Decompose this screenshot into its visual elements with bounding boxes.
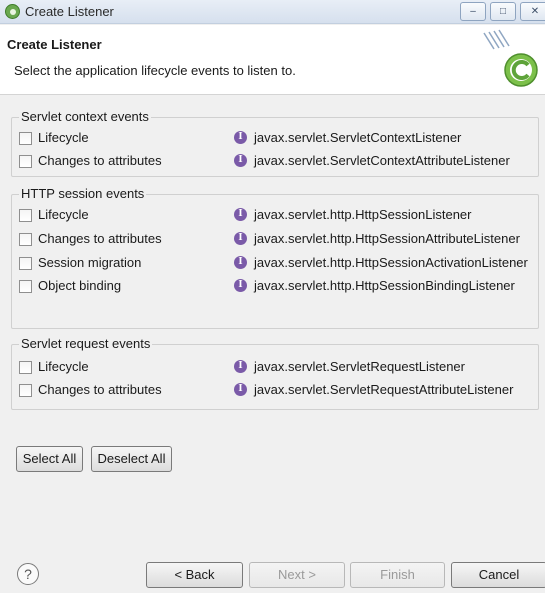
page-title: Create Listener (7, 37, 102, 52)
context-lifecycle-row[interactable]: Lifecycle I javax.servlet.ServletContext… (18, 129, 533, 147)
row-label: Lifecycle (38, 207, 89, 222)
cancel-button[interactable]: Cancel (451, 562, 545, 588)
interface-icon: I (234, 383, 247, 396)
row-label: Object binding (38, 278, 122, 293)
row-label: Lifecycle (38, 359, 89, 374)
interface-icon: I (234, 279, 247, 292)
session-attributes-row[interactable]: Changes to attributes I javax.servlet.ht… (18, 230, 533, 248)
interface-name: javax.servlet.http.HttpSessionActivation… (254, 255, 528, 270)
page-description: Select the application lifecycle events … (14, 63, 296, 78)
help-icon[interactable]: ? (17, 563, 39, 585)
row-label: Changes to attributes (38, 382, 162, 397)
servlet-request-events-group: Servlet request events Lifecycle I javax… (11, 336, 539, 410)
interface-name: javax.servlet.ServletRequestListener (254, 359, 465, 374)
wizard-header: Create Listener Select the application l… (0, 25, 545, 95)
interface-icon: I (234, 131, 247, 144)
select-all-button[interactable]: Select All (16, 446, 83, 472)
servlet-context-events-group: Servlet context events Lifecycle I javax… (11, 109, 539, 177)
request-attributes-checkbox[interactable] (19, 384, 32, 397)
session-attributes-checkbox[interactable] (19, 233, 32, 246)
close-button[interactable]: ✕ (520, 2, 545, 21)
context-lifecycle-checkbox[interactable] (19, 132, 32, 145)
minimize-button[interactable]: – (460, 2, 486, 21)
interface-name: javax.servlet.http.HttpSessionAttributeL… (254, 231, 520, 246)
group-title: Servlet context events (19, 109, 151, 124)
deselect-all-button[interactable]: Deselect All (91, 446, 172, 472)
next-button[interactable]: Next > (249, 562, 345, 588)
session-binding-row[interactable]: Object binding I javax.servlet.http.Http… (18, 277, 533, 295)
interface-icon: I (234, 256, 247, 269)
request-lifecycle-row[interactable]: Lifecycle I javax.servlet.ServletRequest… (18, 358, 533, 376)
interface-name: javax.servlet.ServletContextListener (254, 130, 462, 145)
session-migration-row[interactable]: Session migration I javax.servlet.http.H… (18, 254, 533, 272)
session-binding-checkbox[interactable] (19, 280, 32, 293)
row-label: Lifecycle (38, 130, 89, 145)
request-lifecycle-checkbox[interactable] (19, 361, 32, 374)
maximize-button[interactable]: □ (490, 2, 516, 21)
interface-name: javax.servlet.ServletContextAttributeLis… (254, 153, 510, 168)
spring-logo-icon (5, 4, 20, 19)
group-title: HTTP session events (19, 186, 147, 201)
interface-name: javax.servlet.http.HttpSessionBindingLis… (254, 278, 515, 293)
request-attributes-row[interactable]: Changes to attributes I javax.servlet.Se… (18, 381, 533, 399)
context-attributes-row[interactable]: Changes to attributes I javax.servlet.Se… (18, 152, 533, 170)
session-migration-checkbox[interactable] (19, 257, 32, 270)
row-label: Changes to attributes (38, 153, 162, 168)
finish-button[interactable]: Finish (350, 562, 445, 588)
session-lifecycle-checkbox[interactable] (19, 209, 32, 222)
content-area: Servlet context events Lifecycle I javax… (0, 96, 545, 546)
interface-icon: I (234, 232, 247, 245)
interface-icon: I (234, 360, 247, 373)
interface-name: javax.servlet.ServletRequestAttributeLis… (254, 382, 514, 397)
interface-icon: I (234, 154, 247, 167)
title-bar: Create Listener – □ ✕ (0, 0, 545, 24)
back-button[interactable]: < Back (146, 562, 243, 588)
window-title: Create Listener (25, 4, 114, 19)
wizard-banner-icon (483, 29, 538, 87)
http-session-events-group: HTTP session events Lifecycle I javax.se… (11, 186, 539, 329)
row-label: Session migration (38, 255, 142, 270)
context-attributes-checkbox[interactable] (19, 155, 32, 168)
interface-icon: I (234, 208, 247, 221)
row-label: Changes to attributes (38, 231, 162, 246)
group-title: Servlet request events (19, 336, 153, 351)
session-lifecycle-row[interactable]: Lifecycle I javax.servlet.http.HttpSessi… (18, 206, 533, 224)
interface-name: javax.servlet.http.HttpSessionListener (254, 207, 472, 222)
